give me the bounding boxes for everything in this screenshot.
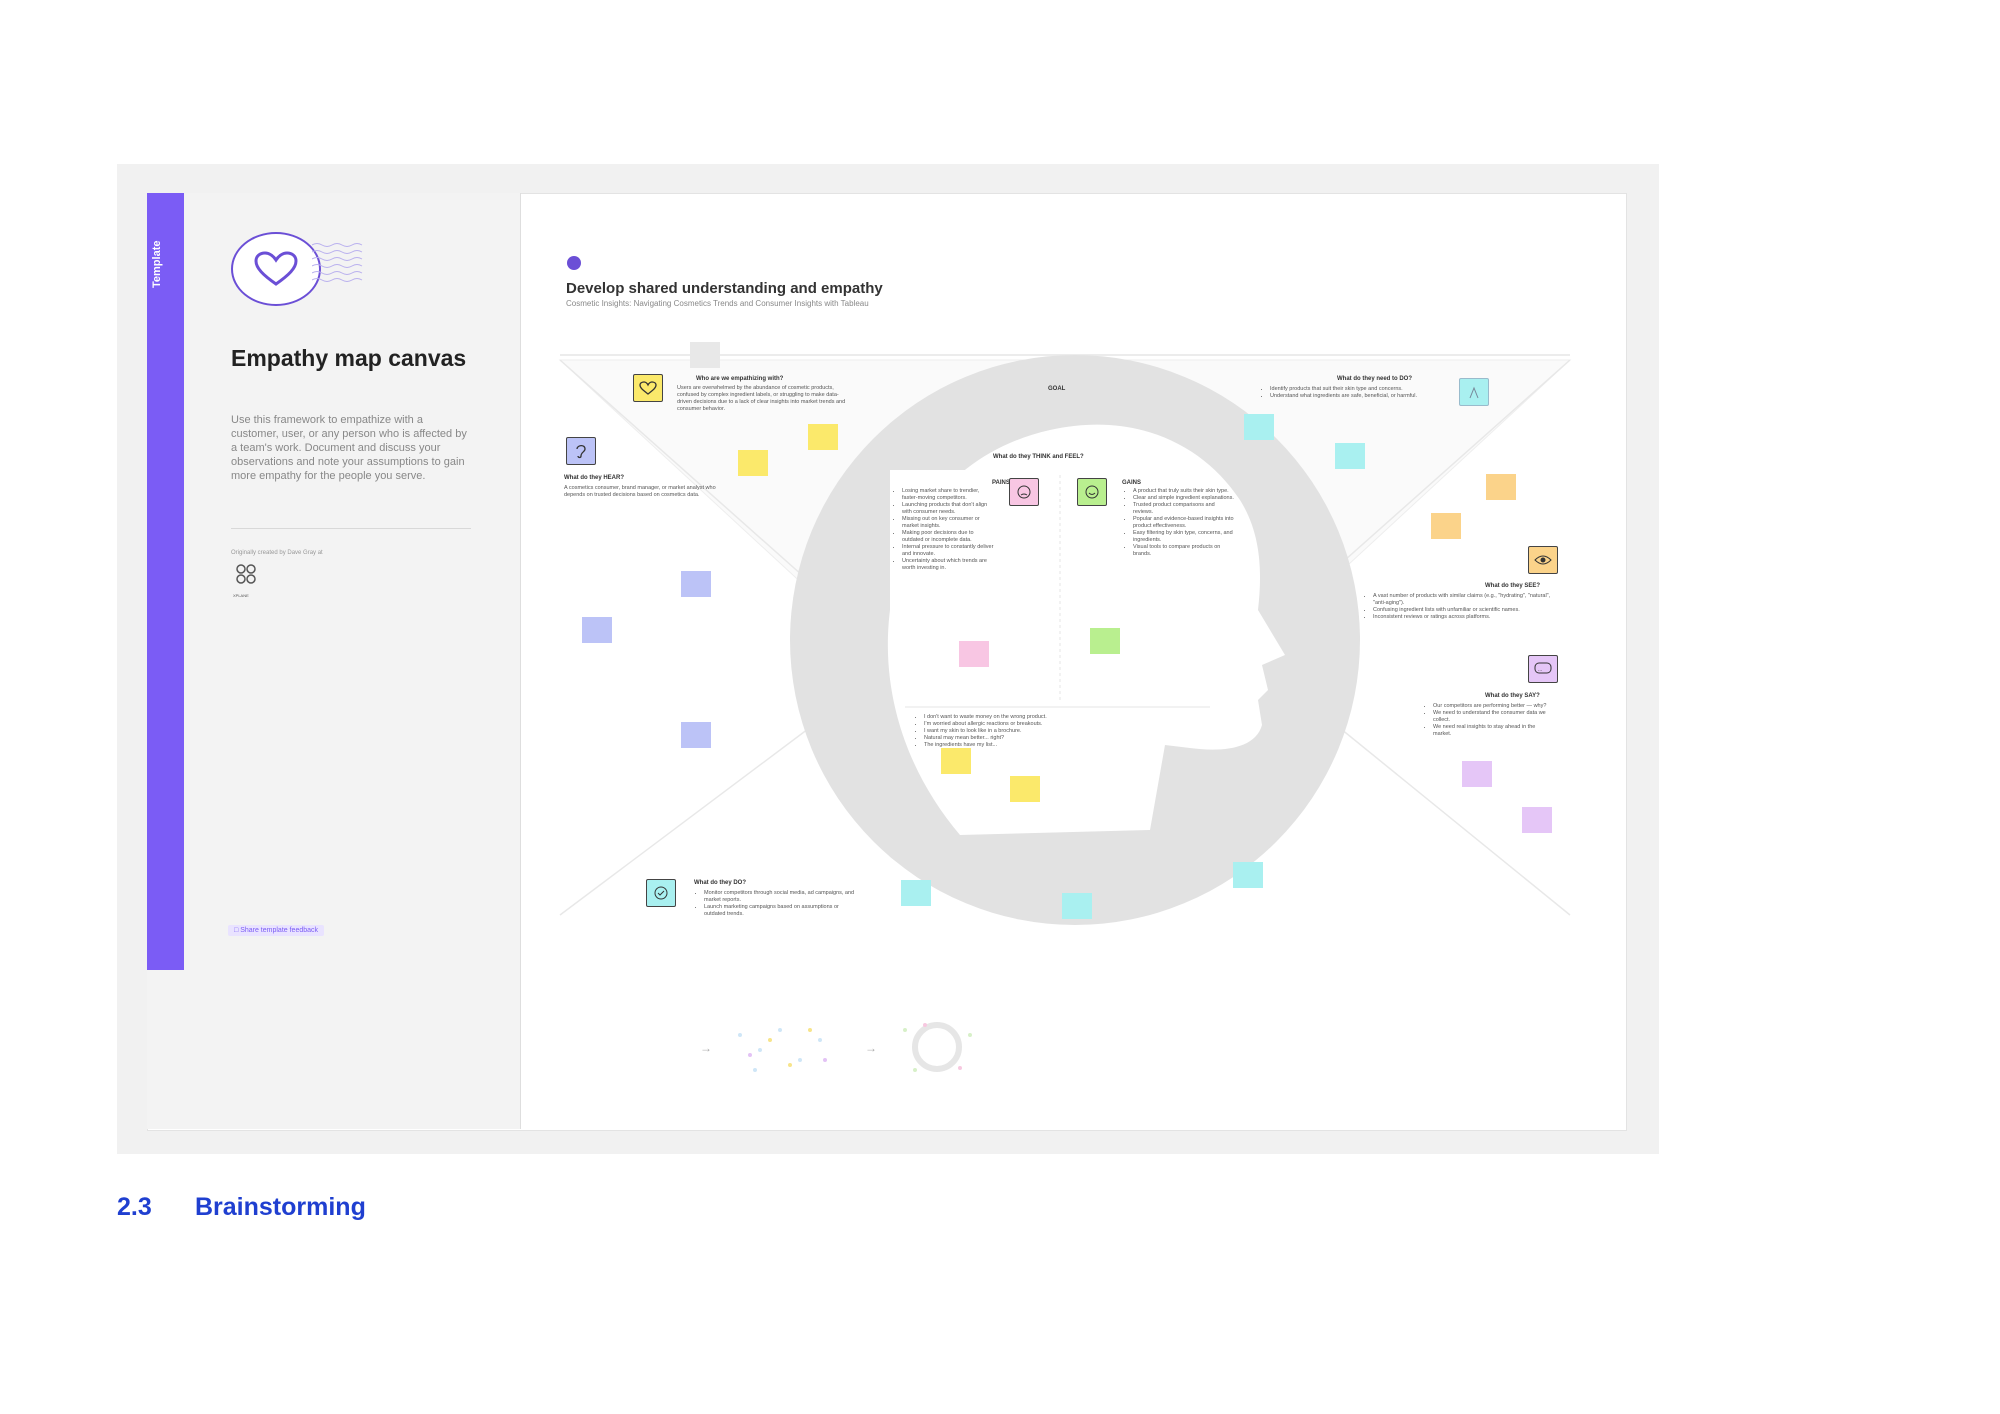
need-list: Identify products that suit their skin t…	[1262, 386, 1442, 400]
list-item: Launching products that don't align with…	[902, 502, 994, 516]
sticky-note[interactable]	[1522, 807, 1552, 833]
sticky-note[interactable]	[901, 880, 931, 906]
sticky-note[interactable]	[582, 617, 612, 643]
gains-face-icon	[1077, 478, 1107, 506]
sticky-note[interactable]	[959, 641, 989, 667]
list-item: Popular and evidence-based insights into…	[1133, 516, 1235, 530]
do-list: Monitor competitors through social media…	[696, 890, 856, 918]
list-item: We need real insights to stay ahead in t…	[1433, 724, 1555, 738]
list-item: Natural may mean better... right?	[924, 735, 1146, 742]
svg-text:→: →	[700, 1041, 712, 1055]
list-item: Trusted product comparisons and reviews.	[1133, 502, 1235, 516]
svg-text:...: ...	[1538, 667, 1542, 673]
list-item: Clear and simple ingredient explanations…	[1133, 495, 1235, 502]
need-question: What do they need to DO?	[1337, 376, 1412, 382]
think-list: I don't want to waste money on the wrong…	[916, 714, 1146, 749]
say-list: Our competitors are performing better — …	[1425, 703, 1555, 738]
list-item: I want my skin to look like in a brochur…	[924, 728, 1146, 735]
eye-icon	[1528, 546, 1558, 574]
list-item: A product that truly suits their skin ty…	[1133, 488, 1235, 495]
list-item: We need to understand the consumer data …	[1433, 710, 1555, 724]
list-item: Internal pressure to constantly deliver …	[902, 544, 994, 558]
say-question: What do they SAY?	[1485, 693, 1540, 699]
section-number: 2.3	[117, 1193, 152, 1221]
ear-icon	[566, 437, 596, 465]
target-icon	[1459, 378, 1489, 406]
think-question: What do they THINK and FEEL?	[993, 454, 1084, 460]
section-title: Brainstorming	[195, 1193, 366, 1221]
do-question: What do they DO?	[694, 880, 746, 886]
list-item: Monitor competitors through social media…	[704, 890, 856, 904]
sticky-note[interactable]	[941, 748, 971, 774]
check-icon	[646, 879, 676, 907]
list-item: Inconsistent reviews or ratings across p…	[1373, 614, 1555, 621]
list-item: Uncertainty about which trends are worth…	[902, 558, 994, 572]
goal-label: GOAL	[1048, 386, 1066, 392]
sticky-note[interactable]	[1335, 443, 1365, 469]
pains-face-icon	[1009, 478, 1039, 506]
sticky-note[interactable]	[1431, 513, 1461, 539]
sticky-note[interactable]	[1010, 776, 1040, 802]
svg-text:→: →	[865, 1041, 877, 1055]
gains-label: GAINS	[1122, 480, 1142, 486]
who-text: Users are overwhelmed by the abundance o…	[677, 385, 846, 412]
sticky-note[interactable]	[1462, 761, 1492, 787]
list-item: Our competitors are performing better — …	[1433, 703, 1555, 710]
list-item: Understand what ingredients are safe, be…	[1270, 393, 1442, 400]
list-item: I'm worried about allergic reactions or …	[924, 721, 1146, 728]
list-item: Making poor decisions due to outdated or…	[902, 530, 994, 544]
list-item: Launch marketing campaigns based on assu…	[704, 904, 856, 918]
list-item: Losing market share to trendier, faster-…	[902, 488, 994, 502]
sticky-note[interactable]	[681, 722, 711, 748]
list-item: Missing out on key consumer or market in…	[902, 516, 994, 530]
list-item: A vast number of products with similar c…	[1373, 593, 1555, 607]
sticky-note[interactable]	[808, 424, 838, 450]
heart-icon	[633, 374, 663, 402]
sticky-note[interactable]	[1062, 893, 1092, 919]
sticky-note[interactable]	[1233, 862, 1263, 888]
list-item: Easy filtering by skin type, concerns, a…	[1133, 530, 1235, 544]
pains-list: Losing market share to trendier, faster-…	[894, 488, 994, 572]
sticky-note[interactable]	[681, 571, 711, 597]
who-question: Who are we empathizing with?	[696, 376, 784, 382]
sticky-note[interactable]	[1486, 474, 1516, 500]
sticky-note[interactable]	[738, 450, 768, 476]
see-list: A vast number of products with similar c…	[1365, 593, 1555, 621]
sticky-note[interactable]	[1090, 628, 1120, 654]
list-item: Confusing ingredient lists with unfamili…	[1373, 607, 1555, 614]
speech-icon: ...	[1528, 655, 1558, 683]
hear-text: A cosmetics consumer, brand manager, or …	[564, 485, 716, 498]
list-item: Identify products that suit their skin t…	[1270, 386, 1442, 393]
list-item: Visual tools to compare products on bran…	[1133, 544, 1235, 558]
sticky-note[interactable]	[1244, 414, 1274, 440]
list-item: I don't want to waste money on the wrong…	[924, 714, 1146, 721]
pains-label: PAINS	[992, 480, 1010, 486]
gains-list: A product that truly suits their skin ty…	[1125, 488, 1235, 558]
see-question: What do they SEE?	[1485, 583, 1541, 589]
sticky-note[interactable]	[690, 342, 720, 368]
hear-question: What do they HEAR?	[564, 475, 624, 481]
